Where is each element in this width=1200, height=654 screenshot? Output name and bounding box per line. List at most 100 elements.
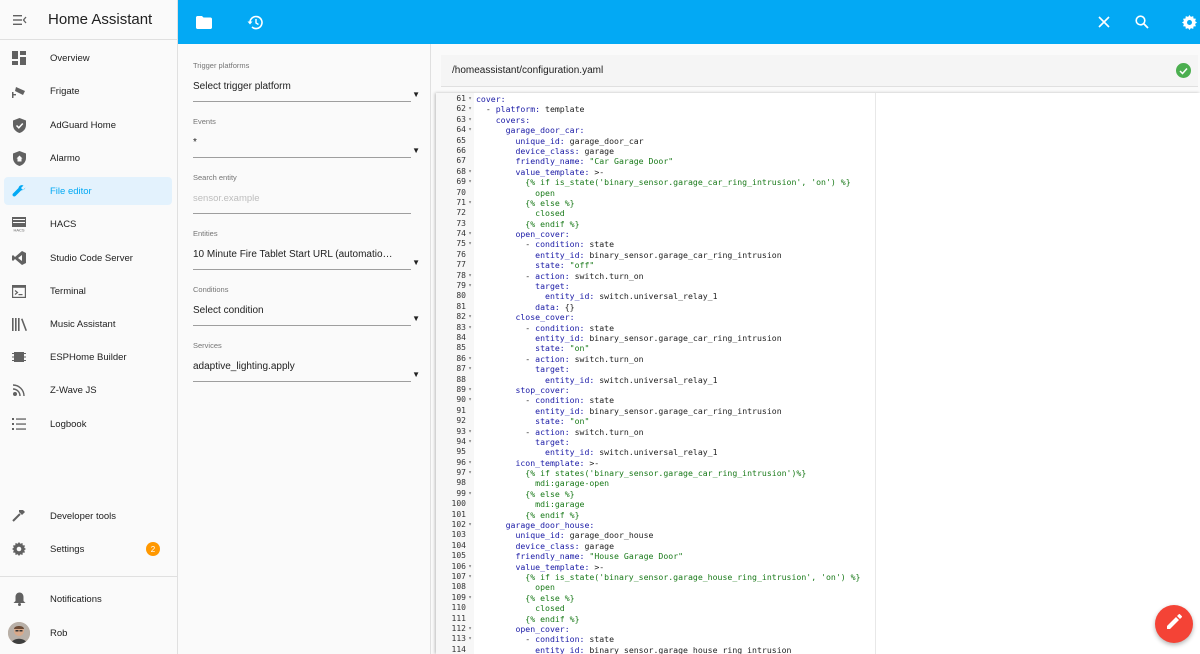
edit-fab-button[interactable] bbox=[1155, 605, 1193, 643]
code-line[interactable]: 76 entity_id: binary_sensor.garage_car_r… bbox=[436, 250, 861, 260]
code-line[interactable]: 75 ▾ - condition: state bbox=[436, 239, 861, 249]
code-line[interactable]: 61 ▾ cover: bbox=[436, 94, 861, 104]
code-line[interactable]: 86 ▾ - action: switch.turn_on bbox=[436, 354, 861, 364]
fold-arrow-icon[interactable]: ▾ bbox=[466, 271, 474, 281]
fold-arrow-icon[interactable]: ▾ bbox=[466, 312, 474, 322]
fold-arrow-icon[interactable]: ▾ bbox=[466, 520, 474, 530]
code-line[interactable]: 66 device_class: garage bbox=[436, 146, 861, 156]
code-line[interactable]: 92 state: "on" bbox=[436, 416, 861, 426]
fold-arrow-icon[interactable]: ▾ bbox=[466, 572, 474, 582]
code-line[interactable]: 101 {% endif %} bbox=[436, 510, 861, 520]
sidebar-item-notifications[interactable]: Notifications bbox=[4, 585, 172, 613]
code-line[interactable]: 65 unique_id: garage_door_car bbox=[436, 136, 861, 146]
code-line[interactable]: 72 closed bbox=[436, 208, 861, 218]
code-line[interactable]: 98 mdi:garage-open bbox=[436, 478, 861, 488]
search-entity-input[interactable]: Search entity sensor.example bbox=[193, 173, 411, 214]
sidebar-item-terminal[interactable]: Terminal bbox=[4, 277, 172, 305]
code-line[interactable]: 64 ▾ garage_door_car: bbox=[436, 125, 861, 135]
code-line[interactable]: 102 ▾ garage_door_house: bbox=[436, 520, 861, 530]
fold-arrow-icon[interactable]: ▾ bbox=[466, 177, 474, 187]
code-line[interactable]: 77 state: "off" bbox=[436, 260, 861, 270]
code-line[interactable]: 94 ▾ target: bbox=[436, 437, 861, 447]
sidebar-item-developer-tools[interactable]: Developer tools bbox=[4, 502, 172, 530]
code-line[interactable]: 108 open bbox=[436, 582, 861, 592]
sidebar-item-hacs[interactable]: HACS HACS bbox=[4, 210, 172, 238]
fold-arrow-icon[interactable]: ▾ bbox=[466, 125, 474, 135]
events-select[interactable]: Events * ▼ bbox=[193, 117, 420, 158]
fold-arrow-icon[interactable]: ▾ bbox=[466, 364, 474, 374]
sidebar-item-esphome[interactable]: ESPHome Builder bbox=[4, 343, 172, 371]
search-icon[interactable] bbox=[1132, 12, 1152, 32]
menu-icon[interactable] bbox=[0, 14, 40, 26]
code-line[interactable]: 67 friendly_name: "Car Garage Door" bbox=[436, 156, 861, 166]
sidebar-item-adguard[interactable]: AdGuard Home bbox=[4, 111, 172, 139]
sidebar-item-settings[interactable]: Settings 2 bbox=[4, 535, 172, 563]
code-line[interactable]: 89 ▾ stop_cover: bbox=[436, 385, 861, 395]
sidebar-item-alarmo[interactable]: Alarmo bbox=[4, 144, 172, 172]
code-line[interactable]: 63 ▾ covers: bbox=[436, 115, 861, 125]
trigger-platform-select[interactable]: Trigger platforms Select trigger platfor… bbox=[193, 61, 420, 102]
fold-arrow-icon[interactable]: ▾ bbox=[466, 229, 474, 239]
sidebar-item-logbook[interactable]: Logbook bbox=[4, 410, 172, 438]
code-line[interactable]: 91 entity_id: binary_sensor.garage_car_r… bbox=[436, 406, 861, 416]
code-line[interactable]: 95 entity_id: switch.universal_relay_1 bbox=[436, 447, 861, 457]
sidebar-item-overview[interactable]: Overview bbox=[4, 44, 172, 72]
entities-select[interactable]: Entities 10 Minute Fire Tablet Start URL… bbox=[193, 229, 420, 270]
code-line[interactable]: 104 device_class: garage bbox=[436, 541, 861, 551]
code-line[interactable]: 96 ▾ icon_template: >- bbox=[436, 458, 861, 468]
fold-arrow-icon[interactable]: ▾ bbox=[466, 562, 474, 572]
conditions-select[interactable]: Conditions Select condition ▼ bbox=[193, 285, 420, 326]
code-line[interactable]: 97 ▾ {% if states('binary_sensor.garage_c… bbox=[436, 468, 861, 478]
sidebar-item-file-editor[interactable]: File editor bbox=[4, 177, 172, 205]
code-line[interactable]: 88 entity_id: switch.universal_relay_1 bbox=[436, 375, 861, 385]
code-line[interactable]: 70 open bbox=[436, 188, 861, 198]
sidebar-item-music-assistant[interactable]: Music Assistant bbox=[4, 310, 172, 338]
code-line[interactable]: 83 ▾ - condition: state bbox=[436, 323, 861, 333]
fold-arrow-icon[interactable]: ▾ bbox=[466, 427, 474, 437]
code-line[interactable]: 114 entity_id: binary_sensor.garage_hous… bbox=[436, 645, 861, 654]
code-line[interactable]: 110 closed bbox=[436, 603, 861, 613]
fold-arrow-icon[interactable]: ▾ bbox=[466, 468, 474, 478]
code-line[interactable]: 100 mdi:garage bbox=[436, 499, 861, 509]
settings-gear-icon[interactable] bbox=[1179, 12, 1199, 32]
services-select[interactable]: Services adaptive_lighting.apply ▼ bbox=[193, 341, 420, 382]
fold-arrow-icon[interactable]: ▾ bbox=[466, 385, 474, 395]
code-line[interactable]: 106 ▾ value_template: >- bbox=[436, 562, 861, 572]
code-line[interactable]: 81 data: {} bbox=[436, 302, 861, 312]
code-line[interactable]: 85 state: "on" bbox=[436, 343, 861, 353]
code-line[interactable]: 112 ▾ open_cover: bbox=[436, 624, 861, 634]
close-icon[interactable] bbox=[1094, 12, 1114, 32]
fold-arrow-icon[interactable]: ▾ bbox=[466, 198, 474, 208]
code-line[interactable]: 113 ▾ - condition: state bbox=[436, 634, 861, 644]
fold-arrow-icon[interactable]: ▾ bbox=[466, 624, 474, 634]
code-line[interactable]: 107 ▾ {% if is_state('binary_sensor.garag… bbox=[436, 572, 861, 582]
sidebar-item-user[interactable]: Rob bbox=[4, 619, 172, 647]
sidebar-item-vscode[interactable]: Studio Code Server bbox=[4, 244, 172, 272]
fold-arrow-icon[interactable]: ▾ bbox=[466, 94, 474, 104]
code-line[interactable]: 68 ▾ value_template: >- bbox=[436, 167, 861, 177]
history-icon[interactable] bbox=[245, 12, 265, 32]
code-line[interactable]: 62 ▾ - platform: template bbox=[436, 104, 861, 114]
code-line[interactable]: 73 {% endif %} bbox=[436, 219, 861, 229]
fold-arrow-icon[interactable]: ▾ bbox=[466, 281, 474, 291]
code-line[interactable]: 78 ▾ - action: switch.turn_on bbox=[436, 271, 861, 281]
sidebar-item-frigate[interactable]: Frigate bbox=[4, 77, 172, 105]
code-line[interactable]: 111 {% endif %} bbox=[436, 614, 861, 624]
fold-arrow-icon[interactable]: ▾ bbox=[466, 115, 474, 125]
fold-arrow-icon[interactable]: ▾ bbox=[466, 489, 474, 499]
code-line[interactable]: 109 ▾ {% else %} bbox=[436, 593, 861, 603]
fold-arrow-icon[interactable]: ▾ bbox=[466, 167, 474, 177]
code-editor[interactable]: 61 ▾ cover: 62 ▾ - platform: template 63 ▾ cov… bbox=[436, 93, 1200, 654]
code-line[interactable]: 82 ▾ close_cover: bbox=[436, 312, 861, 322]
folder-icon[interactable] bbox=[194, 12, 214, 32]
fold-arrow-icon[interactable]: ▾ bbox=[466, 395, 474, 405]
code-line[interactable]: 103 unique_id: garage_door_house bbox=[436, 530, 861, 540]
code-line[interactable]: 69 ▾ {% if is_state('binary_sensor.garage… bbox=[436, 177, 861, 187]
code-line[interactable]: 80 entity_id: switch.universal_relay_1 bbox=[436, 291, 861, 301]
code-line[interactable]: 105 friendly_name: "House Garage Door" bbox=[436, 551, 861, 561]
fold-arrow-icon[interactable]: ▾ bbox=[466, 104, 474, 114]
code-line[interactable]: 74 ▾ open_cover: bbox=[436, 229, 861, 239]
fold-arrow-icon[interactable]: ▾ bbox=[466, 239, 474, 249]
code-line[interactable]: 99 ▾ {% else %} bbox=[436, 489, 861, 499]
code-line[interactable]: 93 ▾ - action: switch.turn_on bbox=[436, 427, 861, 437]
